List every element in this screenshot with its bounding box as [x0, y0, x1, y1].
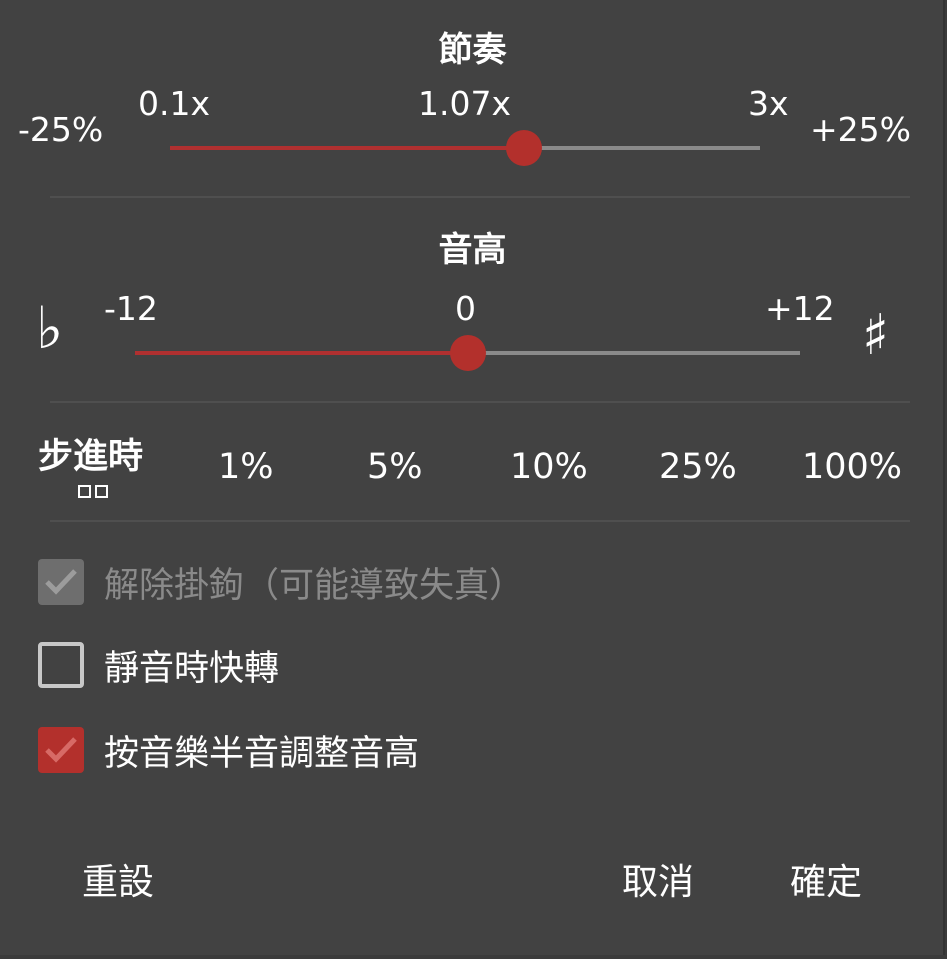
reset-button[interactable]: 重設 — [82, 853, 154, 905]
semitone-pitch-checkbox[interactable] — [38, 727, 84, 773]
check-icon — [45, 569, 77, 595]
unhook-checkbox-row[interactable]: 解除掛鉤（可能導致失真） — [38, 557, 524, 607]
check-icon — [45, 737, 77, 763]
tempo-min-label: 0.1x — [138, 84, 211, 123]
step-option-100[interactable]: 100% — [802, 447, 902, 487]
tempo-title: 節奏 — [438, 30, 507, 70]
playback-parameters-dialog: 節奏 -25% +25% 0.1x 1.07x 3x 音高 ♭ ♯ -12 0 … — [0, 0, 945, 955]
ok-button[interactable]: 確定 — [790, 853, 862, 905]
tempo-max-label: 3x — [748, 84, 789, 123]
tempo-current-label: 1.07x — [418, 84, 512, 123]
pitch-title: 音高 — [438, 230, 507, 270]
step-option-25[interactable]: 25% — [659, 447, 737, 487]
pitch-slider-fill — [135, 351, 468, 355]
pitch-min-label: -12 — [104, 289, 158, 328]
step-title: 步進時 — [38, 437, 144, 477]
unhook-label: 解除掛鉤（可能導致失真） — [104, 565, 525, 606]
step-mode-icon[interactable] — [78, 485, 110, 501]
tempo-slider[interactable] — [170, 130, 760, 166]
tempo-slider-thumb[interactable] — [506, 130, 542, 166]
pitch-slider-thumb[interactable] — [449, 335, 486, 371]
fast-forward-silence-checkbox[interactable] — [38, 642, 84, 688]
divider — [50, 196, 910, 198]
tempo-increase-button[interactable]: +25% — [810, 110, 911, 149]
fast-forward-checkbox-row[interactable]: 靜音時快轉 — [38, 640, 279, 690]
cancel-button[interactable]: 取消 — [622, 853, 694, 905]
pitch-slider[interactable] — [135, 335, 800, 371]
pitch-max-label: +12 — [765, 289, 835, 328]
tempo-decrease-button[interactable]: -25% — [18, 110, 103, 149]
step-option-5[interactable]: 5% — [367, 447, 423, 487]
semitone-pitch-label: 按音樂半音調整音高 — [104, 733, 420, 774]
fast-forward-silence-label: 靜音時快轉 — [104, 648, 280, 689]
step-option-10[interactable]: 10% — [510, 447, 588, 487]
divider — [50, 520, 910, 522]
divider — [50, 401, 910, 403]
sharp-button[interactable]: ♯ — [862, 300, 889, 372]
flat-button[interactable]: ♭ — [36, 292, 63, 364]
step-option-1[interactable]: 1% — [218, 447, 274, 487]
semitone-checkbox-row[interactable]: 按音樂半音調整音高 — [38, 725, 419, 775]
unhook-checkbox[interactable] — [38, 559, 84, 605]
pitch-current-label: 0 — [455, 289, 476, 328]
tempo-slider-fill — [170, 146, 524, 150]
